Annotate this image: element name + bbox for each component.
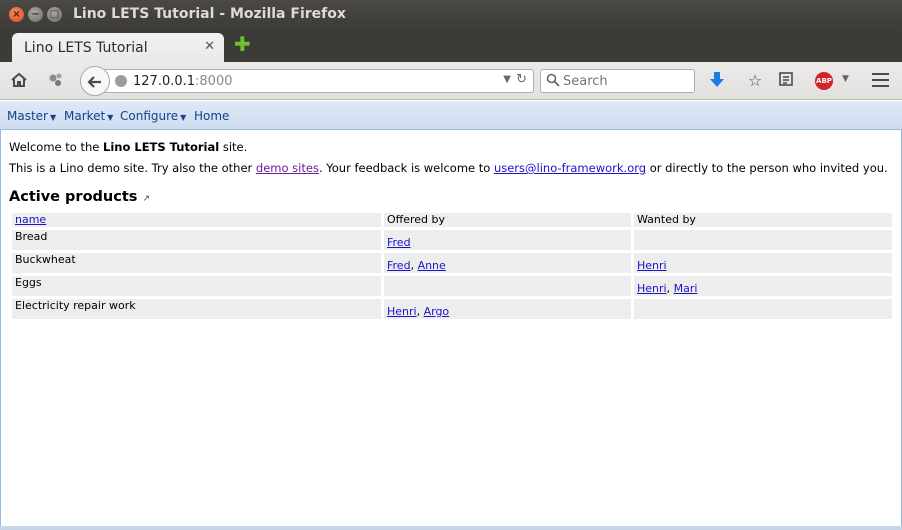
product-name: Bread: [12, 230, 381, 250]
main-content: Welcome to the Lino LETS Tutorial site. …: [0, 130, 902, 526]
minimize-window-icon[interactable]: −: [28, 7, 43, 22]
maximize-window-icon[interactable]: □: [47, 7, 62, 22]
offered-by-cell: Fred: [384, 230, 631, 250]
product-name: Eggs: [12, 276, 381, 296]
back-button[interactable]: [80, 66, 110, 96]
close-window-icon[interactable]: ×: [9, 7, 24, 22]
product-name: Buckwheat: [12, 253, 381, 273]
tab-close-icon[interactable]: ✕: [204, 39, 215, 54]
home-icon[interactable]: [9, 71, 29, 91]
chevron-down-icon: ▼: [180, 113, 187, 122]
wanted-by-cell: Henri, Mari: [634, 276, 892, 296]
reading-list-icon[interactable]: [776, 71, 796, 91]
menu-home[interactable]: Home: [194, 109, 229, 123]
user-link[interactable]: Fred: [387, 259, 411, 272]
adblock-icon[interactable]: ABP: [815, 72, 833, 90]
intro-text: This is a Lino demo site. Try also the o…: [9, 161, 888, 175]
url-text[interactable]: 127.0.0.1:8000: [133, 74, 233, 89]
wanted-by-cell: Henri: [634, 253, 892, 273]
download-icon[interactable]: [707, 71, 727, 91]
hamburger-menu-icon[interactable]: [872, 73, 889, 87]
new-tab-icon[interactable]: ✚: [234, 34, 252, 54]
adblock-dropdown-icon[interactable]: ▼: [842, 74, 849, 84]
user-link[interactable]: Henri: [387, 305, 417, 318]
chevron-down-icon: ▼: [107, 113, 114, 122]
column-header-name[interactable]: name: [12, 213, 381, 227]
user-link[interactable]: Anne: [418, 259, 446, 272]
sort-name-link[interactable]: name: [15, 213, 46, 226]
menu-master[interactable]: Master ▼: [7, 109, 56, 123]
apps-icon[interactable]: [46, 71, 66, 91]
user-link[interactable]: Henri: [637, 259, 667, 272]
products-table: name Offered by Wanted by Bread Fred Buc…: [9, 210, 895, 322]
url-bar[interactable]: 127.0.0.1:8000 ▼ ↻: [104, 69, 534, 93]
table-row: Electricity repair work Henri, Argo: [12, 299, 892, 319]
user-link[interactable]: Argo: [424, 305, 450, 318]
navigation-toolbar: 127.0.0.1:8000 ▼ ↻ ☆ ABP ▼: [0, 62, 902, 100]
tab-strip: Lino LETS Tutorial ✕ ✚: [0, 30, 902, 62]
tab-title: Lino LETS Tutorial: [24, 40, 148, 56]
column-header-wanted: Wanted by: [634, 213, 892, 227]
demo-sites-link[interactable]: demo sites: [256, 161, 319, 175]
offered-by-cell: Henri, Argo: [384, 299, 631, 319]
menu-configure[interactable]: Configure ▼: [120, 109, 186, 123]
table-row: Buckwheat Fred, Anne Henri: [12, 253, 892, 273]
user-link[interactable]: Henri: [637, 282, 667, 295]
back-icon: [87, 74, 103, 95]
wanted-by-cell: [634, 230, 892, 250]
window-title: Lino LETS Tutorial - Mozilla Firefox: [73, 6, 346, 22]
bookmark-star-icon[interactable]: ☆: [745, 71, 765, 91]
user-link[interactable]: Fred: [387, 236, 411, 249]
table-header-row: name Offered by Wanted by: [12, 213, 892, 227]
welcome-text: Welcome to the Lino LETS Tutorial site.: [9, 140, 248, 154]
search-bar[interactable]: [540, 69, 695, 93]
search-icon: [546, 73, 560, 87]
section-title: Active products ↗: [9, 189, 151, 205]
user-link[interactable]: Mari: [674, 282, 698, 295]
table-row: Eggs Henri, Mari: [12, 276, 892, 296]
window-titlebar: × − □ Lino LETS Tutorial - Mozilla Firef…: [0, 0, 902, 30]
status-bar: [0, 526, 902, 530]
column-header-offered: Offered by: [384, 213, 631, 227]
browser-tab[interactable]: Lino LETS Tutorial ✕: [12, 33, 224, 62]
chevron-down-icon: ▼: [49, 113, 57, 122]
url-dropdown-icon[interactable]: ▼: [503, 74, 511, 85]
reload-icon[interactable]: ↻: [516, 72, 527, 87]
site-menu-bar: Master ▼ Market ▼ Configure ▼ Home: [0, 101, 902, 130]
site-name: Lino LETS Tutorial: [103, 140, 220, 154]
offered-by-cell: [384, 276, 631, 296]
external-link-icon[interactable]: ↗: [142, 194, 150, 204]
wanted-by-cell: [634, 299, 892, 319]
offered-by-cell: Fred, Anne: [384, 253, 631, 273]
menu-market[interactable]: Market ▼: [64, 109, 113, 123]
product-name: Electricity repair work: [12, 299, 381, 319]
globe-icon: [115, 75, 127, 87]
search-input[interactable]: [563, 72, 691, 90]
table-row: Bread Fred: [12, 230, 892, 250]
feedback-email-link[interactable]: users@lino-framework.org: [494, 161, 646, 175]
